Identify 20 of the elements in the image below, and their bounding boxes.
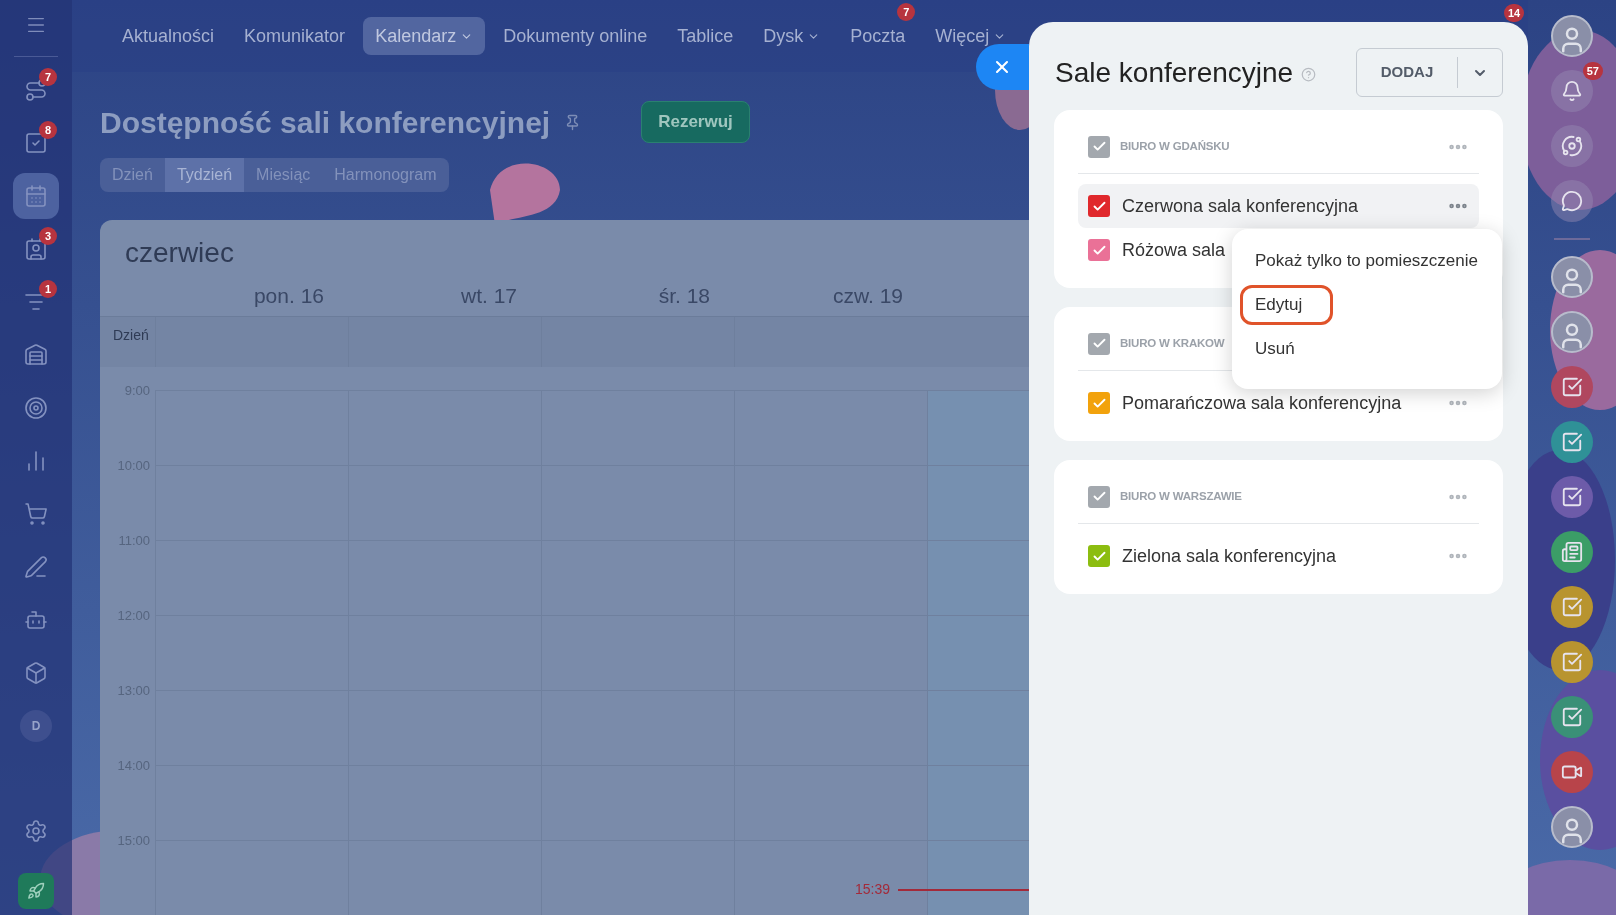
room-name: Czerwona sala konferencyjna: [1122, 194, 1359, 218]
room-name: Zielona sala konferencyjna: [1122, 544, 1337, 568]
day-header: pon. 16: [252, 283, 325, 310]
current-time-label: 15:39: [855, 880, 891, 899]
room-name: Różowa sala: [1122, 238, 1226, 262]
month-label: czerwiec: [125, 236, 234, 271]
count-badge: 3: [39, 227, 57, 245]
group-name: BIURO W KRAKOW: [1120, 335, 1225, 351]
count-badge: 1: [39, 280, 57, 298]
day-header: śr. 18: [657, 283, 711, 310]
group-name: BIURO W GDAŃSKU: [1120, 138, 1230, 154]
group-name: BIURO W WARSZAWIE: [1120, 488, 1242, 504]
count-badge: 8: [39, 121, 57, 139]
all-day-label: Dzień: [112, 326, 150, 346]
panel-title: Sale konferencyjne: [1055, 55, 1294, 90]
day-header: wt. 17: [459, 283, 518, 310]
count-badge: 7: [39, 68, 57, 86]
room-name: Pomarańczowa sala konferencyjna: [1122, 391, 1402, 415]
day-header: czw. 19: [831, 283, 904, 310]
page-title: Dostępność sali konferencyjnej: [100, 104, 551, 141]
